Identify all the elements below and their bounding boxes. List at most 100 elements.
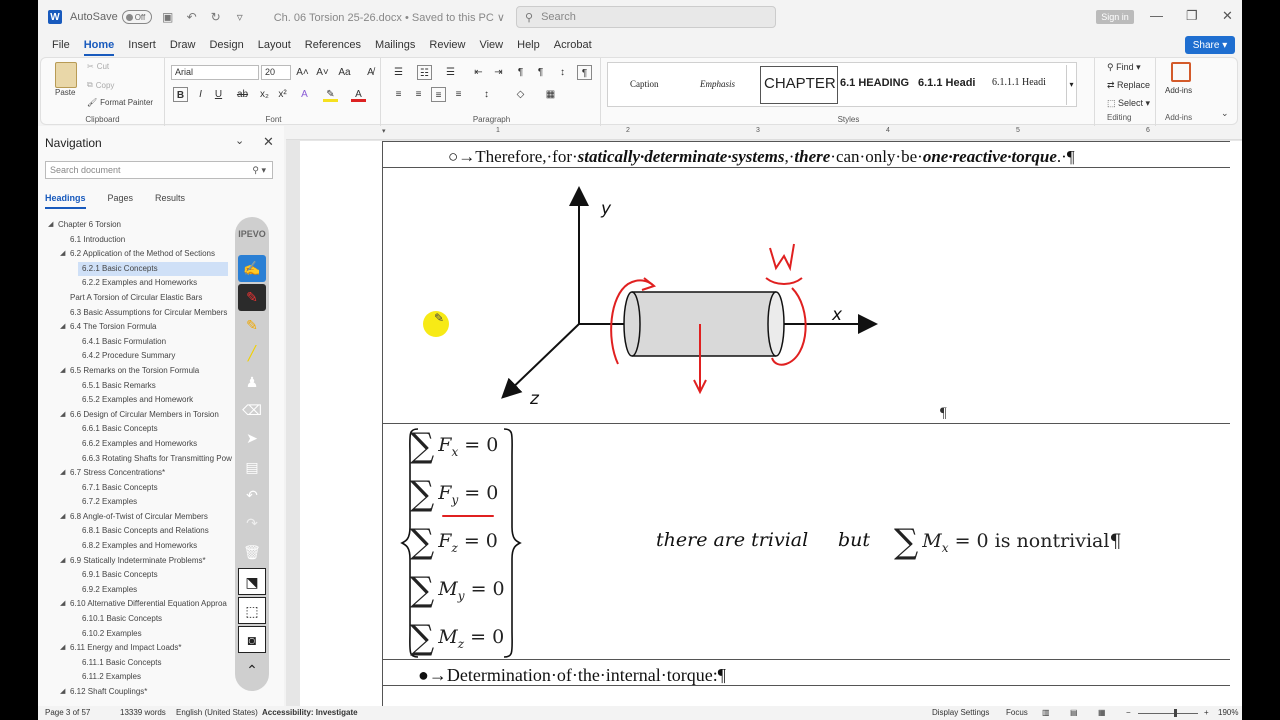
page-count[interactable]: Page 3 of 57	[45, 708, 90, 717]
style-heading-3[interactable]: 6.1.1.1 Headi	[992, 77, 1046, 88]
search-box[interactable]: ⚲ Search	[516, 6, 776, 28]
rtl-icon[interactable]: ¶	[533, 65, 548, 80]
collapse-arrow-icon[interactable]: ◢	[60, 247, 65, 262]
multilevel-list-icon[interactable]: ☰	[443, 65, 458, 80]
superscript-button[interactable]: x²	[275, 87, 290, 102]
screenshot-icon[interactable]: ⬔	[238, 568, 266, 595]
tab-review[interactable]: Review	[429, 36, 465, 56]
undo-icon[interactable]: ↶	[184, 10, 200, 24]
tab-references[interactable]: References	[305, 36, 361, 56]
collapse-ribbon-icon[interactable]: ⌄	[1221, 108, 1229, 119]
tab-mailings[interactable]: Mailings	[375, 36, 415, 56]
zoom-in-icon[interactable]: +	[1204, 708, 1209, 717]
ink-pen-icon[interactable]: ✍	[238, 255, 266, 282]
camera-icon[interactable]: ◙	[238, 626, 266, 653]
collapse-arrow-icon[interactable]: ◢	[60, 641, 65, 656]
find-button[interactable]: ⚲ Find ▾	[1107, 62, 1141, 73]
focus-mode[interactable]: Focus	[1006, 708, 1028, 717]
redo-ink-icon[interactable]: ↷	[238, 510, 266, 537]
trash-icon[interactable]: 🗑	[238, 539, 266, 566]
replace-button[interactable]: ⇄ Replace	[1107, 80, 1150, 91]
ltr-icon[interactable]: ¶	[513, 65, 528, 80]
sort-icon[interactable]: ↕	[555, 65, 570, 80]
collapse-toolbar-icon[interactable]: ⌃	[238, 657, 266, 684]
highlight-icon[interactable]: ✎	[323, 87, 338, 102]
collapse-arrow-icon[interactable]: ◢	[60, 510, 65, 525]
redo-icon[interactable]: ↻	[208, 10, 224, 24]
clear-format-icon[interactable]: A̸	[363, 65, 378, 80]
close-window-icon[interactable]: ✕	[1222, 8, 1233, 24]
tab-draw[interactable]: Draw	[170, 36, 196, 56]
crop-capture-icon[interactable]: ⬚	[238, 597, 266, 624]
nav-heading-item[interactable]: 6.2.1 Basic Concepts	[78, 261, 228, 277]
numbering-icon[interactable]: ☷	[417, 65, 432, 80]
read-mode-icon[interactable]: ▥	[1042, 708, 1050, 717]
italic-button[interactable]: I	[193, 87, 208, 102]
font-size-select[interactable]: 20	[261, 65, 291, 80]
language[interactable]: English (United States)	[176, 708, 258, 717]
style-caption[interactable]: Caption	[630, 79, 659, 89]
styles-more-icon[interactable]: ▾	[1066, 65, 1076, 105]
select-button[interactable]: ⬚ Select ▾	[1107, 98, 1150, 109]
paste-icon[interactable]	[55, 62, 77, 88]
strikethrough-button[interactable]: ab	[235, 87, 250, 102]
font-color-icon[interactable]: A	[351, 87, 366, 102]
word-count[interactable]: 13339 words	[120, 708, 166, 717]
eraser-icon[interactable]: ⌫	[238, 397, 266, 424]
collapse-arrow-icon[interactable]: ◢	[60, 685, 65, 700]
display-settings[interactable]: Display Settings	[932, 708, 989, 717]
style-heading-1[interactable]: 6.1 HEADING	[840, 77, 909, 89]
web-layout-icon[interactable]: ▦	[1098, 708, 1106, 717]
addins-icon[interactable]	[1171, 62, 1191, 82]
print-layout-icon[interactable]: ▤	[1070, 708, 1078, 717]
style-emphasis[interactable]: Emphasis	[700, 79, 735, 89]
zoom-slider-thumb[interactable]	[1174, 709, 1177, 717]
font-family-select[interactable]: Arial	[171, 65, 259, 80]
tab-acrobat[interactable]: Acrobat	[554, 36, 592, 56]
toolbox-icon[interactable]: ▤	[238, 454, 266, 481]
tab-help[interactable]: Help	[517, 36, 540, 56]
accessibility-status[interactable]: Accessibility: Investigate	[262, 708, 358, 717]
addins-button[interactable]: Add-ins	[1165, 86, 1192, 95]
collapse-arrow-icon[interactable]: ◢	[60, 597, 65, 612]
collapse-arrow-icon[interactable]: ◢	[60, 320, 65, 335]
nav-search-input[interactable]: Search document ⚲ ▾	[45, 161, 273, 179]
grow-font-icon[interactable]: A˄	[295, 65, 310, 80]
bullets-icon[interactable]: ☰	[391, 65, 406, 80]
bold-button[interactable]: B	[173, 87, 188, 102]
search-icon[interactable]: ⚲ ▾	[252, 162, 266, 178]
show-marks-icon[interactable]: ¶	[577, 65, 592, 80]
tab-layout[interactable]: Layout	[258, 36, 291, 56]
collapse-arrow-icon[interactable]: ◢	[60, 466, 65, 481]
red-pen-icon[interactable]: ✎	[238, 284, 266, 311]
collapse-arrow-icon[interactable]: ◢	[60, 408, 65, 423]
tab-file[interactable]: File	[52, 36, 70, 56]
tab-design[interactable]: Design	[209, 36, 243, 56]
zoom-level[interactable]: 190%	[1218, 708, 1238, 717]
tab-pages[interactable]: Pages	[108, 193, 134, 209]
line-spacing-icon[interactable]: ↕	[479, 87, 494, 102]
highlighter-icon[interactable]: ╱	[238, 340, 266, 367]
minimize-icon[interactable]: —	[1150, 8, 1163, 23]
orange-pen-icon[interactable]: ✎	[238, 312, 266, 339]
collapse-arrow-icon[interactable]: ◢	[60, 554, 65, 569]
style-heading-2[interactable]: 6.1.1 Headi	[918, 77, 975, 89]
align-left-icon[interactable]: ≡	[391, 87, 406, 102]
increase-indent-icon[interactable]: ⇥	[491, 65, 506, 80]
stamp-icon[interactable]: ♟	[238, 369, 266, 396]
justify-icon[interactable]: ≡	[451, 87, 466, 102]
save-icon[interactable]: ▣	[160, 10, 176, 24]
collapse-arrow-icon[interactable]: ◢	[48, 218, 53, 233]
tab-view[interactable]: View	[479, 36, 503, 56]
cut-button[interactable]: ✂ Cut	[87, 62, 109, 71]
shading-icon[interactable]: ◇	[513, 87, 528, 102]
borders-icon[interactable]: ▦	[543, 87, 558, 102]
tab-headings[interactable]: Headings	[45, 193, 86, 209]
align-right-icon[interactable]: ≡	[431, 87, 446, 102]
copy-button[interactable]: ⧉ Copy	[87, 80, 114, 90]
horizontal-ruler[interactable]: ▾ 1 2 3 4 5 6	[286, 126, 1242, 140]
decrease-indent-icon[interactable]: ⇤	[471, 65, 486, 80]
zoom-slider[interactable]	[1138, 713, 1198, 714]
sign-in-button[interactable]: Sign in	[1096, 10, 1134, 24]
zoom-out-icon[interactable]: −	[1126, 708, 1131, 717]
